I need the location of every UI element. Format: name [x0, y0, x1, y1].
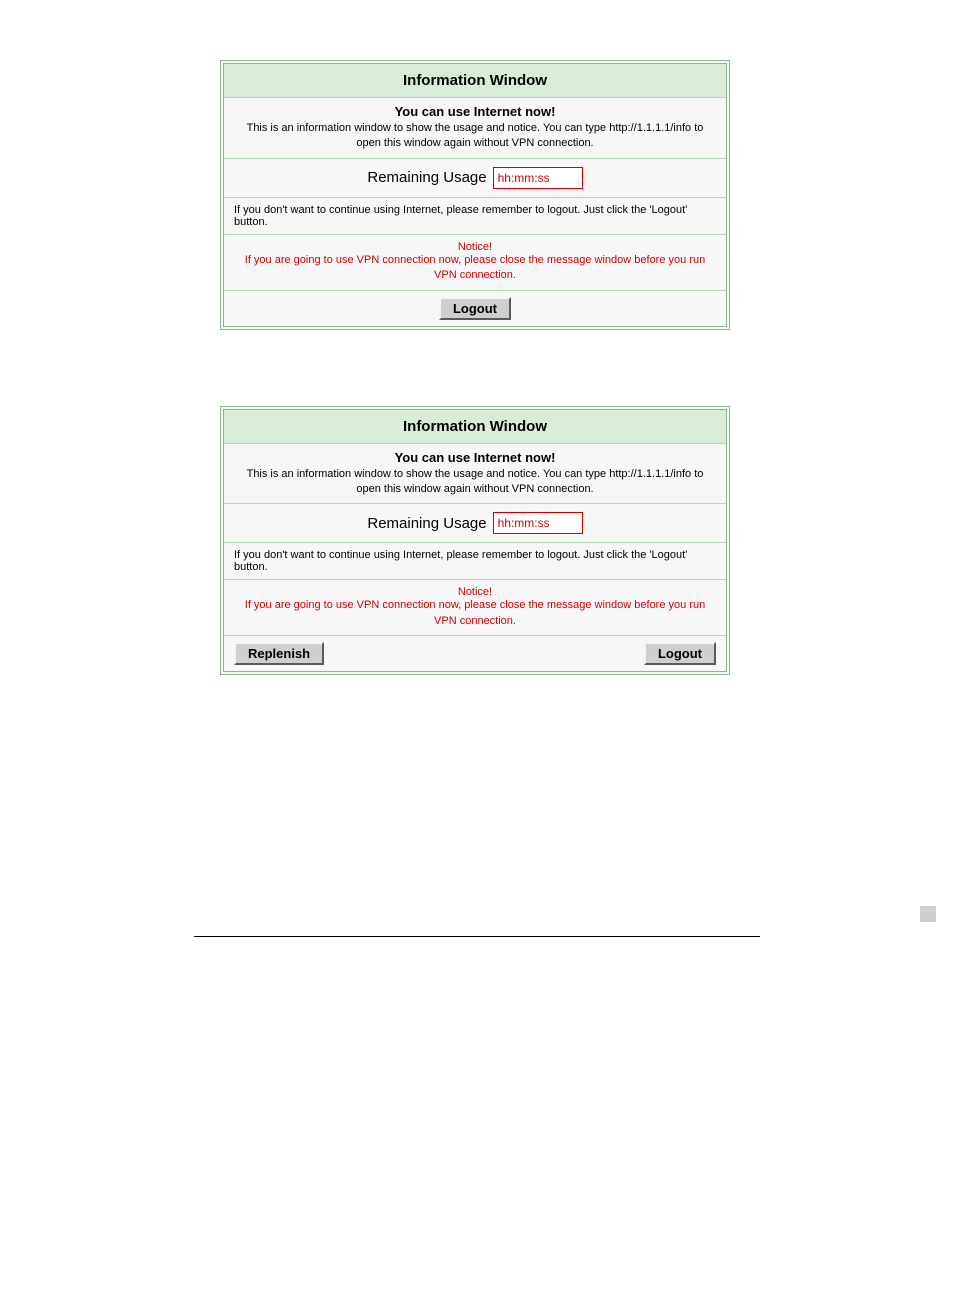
replenish-button[interactable]: Replenish — [234, 642, 324, 665]
button-row: Replenish Logout — [224, 636, 726, 671]
notice-row: Notice! If you are going to use VPN conn… — [224, 235, 726, 291]
logout-button[interactable]: Logout — [439, 297, 511, 320]
remaining-usage-input[interactable] — [493, 512, 583, 534]
remaining-usage-row: Remaining Usage — [224, 159, 726, 198]
horizontal-divider — [194, 936, 760, 937]
info-window-panel-1: Information Window You can use Internet … — [220, 60, 730, 330]
headline-text: You can use Internet now! — [234, 450, 716, 465]
remaining-usage-label: Remaining Usage — [367, 169, 486, 186]
info-window-panel-2: Information Window You can use Internet … — [220, 406, 730, 676]
notice-title: Notice! — [234, 241, 716, 253]
panel-title: Information Window — [224, 64, 726, 98]
notice-row: Notice! If you are going to use VPN conn… — [224, 580, 726, 636]
headline-row: You can use Internet now! This is an inf… — [224, 98, 726, 159]
notice-title: Notice! — [234, 586, 716, 598]
notice-body: If you are going to use VPN connection n… — [234, 253, 716, 284]
panel-title: Information Window — [224, 410, 726, 444]
logout-button[interactable]: Logout — [644, 642, 716, 665]
logout-hint-text: If you don't want to continue using Inte… — [224, 543, 726, 580]
button-row: Logout — [224, 291, 726, 326]
headline-text: You can use Internet now! — [234, 104, 716, 119]
remaining-usage-label: Remaining Usage — [367, 515, 486, 532]
remaining-usage-row: Remaining Usage — [224, 504, 726, 543]
document-page: Information Window You can use Internet … — [0, 60, 954, 1295]
scroll-handle-icon — [920, 906, 936, 922]
description-text: This is an information window to show th… — [234, 121, 716, 152]
logout-hint-text: If you don't want to continue using Inte… — [224, 198, 726, 235]
remaining-usage-input[interactable] — [493, 167, 583, 189]
description-text: This is an information window to show th… — [234, 467, 716, 498]
notice-body: If you are going to use VPN connection n… — [234, 598, 716, 629]
headline-row: You can use Internet now! This is an inf… — [224, 444, 726, 505]
